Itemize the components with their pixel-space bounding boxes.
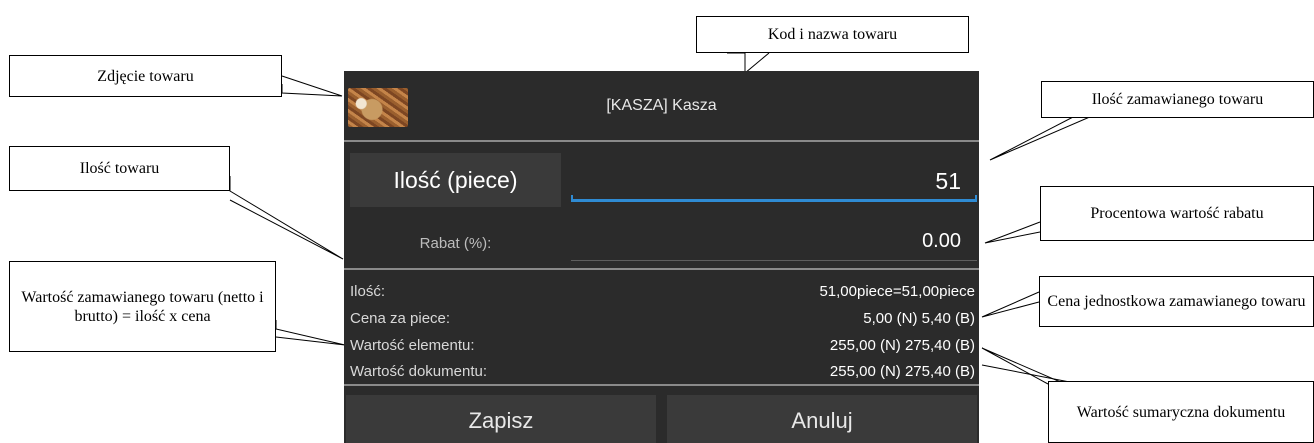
info-value: 255,00 (N) 275,40 (B)	[829, 337, 975, 354]
discount-label: Rabat (%):	[419, 234, 492, 252]
cancel-button[interactable]: Anuluj	[667, 395, 977, 443]
quantity-input-underline	[571, 195, 977, 202]
leader-ordered-quantity	[989, 115, 1093, 161]
info-label: Wartość elementu:	[350, 337, 475, 354]
leader-ordered-value	[275, 320, 346, 346]
info-value: 255,00 (N) 275,40 (B)	[829, 363, 975, 380]
dialog-title: [KASZA] Kasza	[606, 97, 717, 114]
info-value: 5,00 (N) 5,40 (B)	[863, 310, 975, 327]
callout-product-photo: Zdjęcie towaru	[9, 55, 282, 97]
leader-product-code	[727, 52, 770, 75]
callout-ordered-value: Wartość zamawianego towaru (netto i brut…	[9, 261, 276, 352]
info-label: Ilość:	[350, 283, 386, 300]
info-label: Wartość dokumentu:	[350, 363, 487, 380]
quantity-unit-button[interactable]: Ilość (piece)	[350, 153, 561, 207]
leader-product-quantity	[229, 176, 344, 260]
callout-discount-percent: Procentowa wartość rabatu	[1040, 186, 1314, 241]
discount-input-underline	[571, 260, 977, 261]
order-item-dialog: [KASZA] Kasza Ilość (piece) 51 Rabat (%)…	[344, 71, 979, 443]
leader-product-photo	[281, 75, 343, 97]
save-button[interactable]: Zapisz	[346, 395, 656, 443]
info-label: Cena za piece:	[350, 310, 451, 327]
info-row-unit-price: Cena za piece: 5,00 (N) 5,40 (B)	[350, 309, 975, 329]
quantity-input[interactable]: 51	[571, 161, 977, 201]
leader-unit-price	[981, 291, 1040, 318]
divider	[344, 268, 979, 270]
leader-discount	[984, 221, 1041, 244]
divider	[344, 384, 979, 386]
callout-product-quantity: Ilość towaru	[9, 146, 230, 191]
info-row-item-value: Wartość elementu: 255,00 (N) 275,40 (B)	[350, 336, 975, 356]
info-row-document-value: Wartość dokumentu: 255,00 (N) 275,40 (B)	[350, 362, 975, 382]
callout-ordered-quantity: Ilość zamawianego towaru	[1041, 81, 1314, 118]
info-row-quantity: Ilość: 51,00piece=51,00piece	[350, 282, 975, 302]
callout-unit-price: Cena jednostkowa zamawianego towaru	[1039, 276, 1314, 327]
callout-document-total: Wartość sumaryczna dokumentu	[1048, 381, 1314, 443]
callout-product-code: Kod i nazwa towaru	[696, 16, 969, 53]
discount-input[interactable]: 0.00	[571, 223, 977, 259]
info-value: 51,00piece=51,00piece	[819, 283, 975, 300]
divider	[344, 140, 979, 142]
